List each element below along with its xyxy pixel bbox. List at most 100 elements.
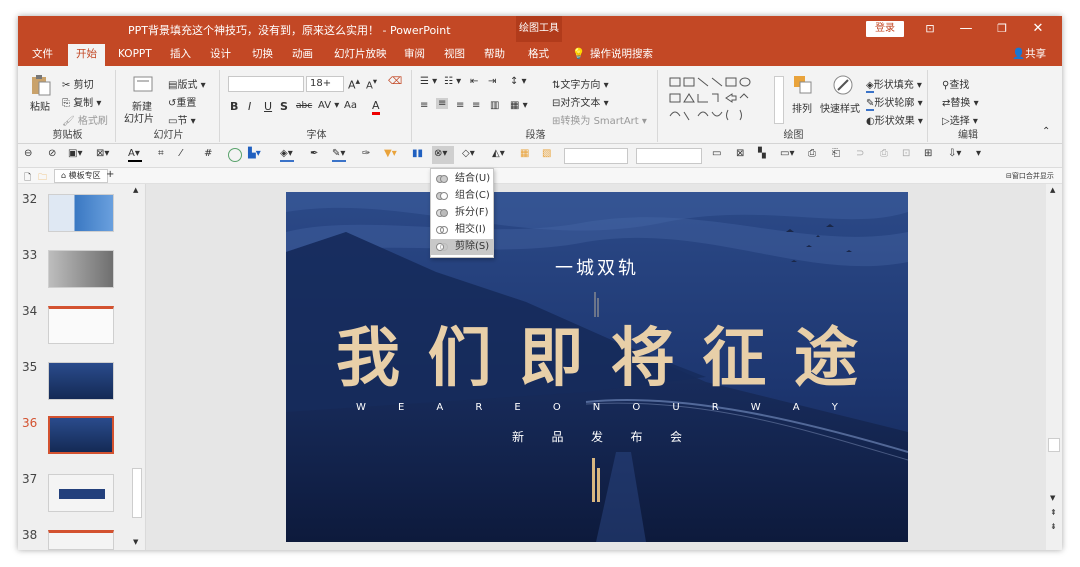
paste-icon[interactable] <box>30 74 52 96</box>
slide-thumbnail-38[interactable] <box>48 530 114 550</box>
next-slide-icon[interactable]: ⇟ <box>1050 522 1057 531</box>
slide-thumbnail-37[interactable] <box>48 474 114 512</box>
image-icon[interactable]: ▣▾ <box>68 148 82 162</box>
login-button[interactable]: 登录 <box>866 21 904 37</box>
shapes-gallery[interactable] <box>668 76 772 124</box>
slide-thumbnail-32[interactable] <box>48 194 114 232</box>
font-color-icon[interactable]: A <box>372 99 380 115</box>
change-case-button[interactable]: Aa <box>344 100 357 111</box>
shapes-icon[interactable]: ◇▾ <box>462 148 476 162</box>
more-icon[interactable]: ▾ <box>976 148 990 162</box>
scroll-up-icon[interactable]: ▲ <box>1050 186 1055 194</box>
paste-button[interactable]: 粘贴 <box>30 98 50 113</box>
copy-button[interactable]: ⎘ 复制 ▾ <box>62 94 101 109</box>
restore-icon[interactable]: ❐ <box>984 16 1020 42</box>
find-button[interactable]: ⚲查找 <box>942 76 969 91</box>
line-spacing-icon[interactable]: ↕ ▾ <box>510 76 527 87</box>
scroll-thumb[interactable] <box>1048 438 1060 452</box>
tab-format[interactable]: 格式 <box>528 46 549 66</box>
tab-transitions[interactable]: 切换 <box>252 46 273 66</box>
columns-icon[interactable]: ▦ ▾ <box>510 100 528 111</box>
bucket-icon[interactable]: ◈▾ <box>280 148 294 162</box>
tab-animations[interactable]: 动画 <box>292 46 313 66</box>
close-icon[interactable]: ✕ <box>1020 16 1056 42</box>
scroll-up-icon[interactable]: ▲ <box>133 186 138 194</box>
cut-button[interactable]: ✂ 剪切 <box>62 76 94 91</box>
print-icon[interactable]: ⎙ <box>880 148 894 162</box>
eyedropper-icon[interactable]: ⁄ <box>180 148 194 162</box>
increase-indent-icon[interactable]: ⇥ <box>488 76 496 87</box>
slide-thumbnail-34[interactable] <box>48 306 114 344</box>
toggle-icon[interactable]: ⊃ <box>856 148 870 162</box>
shape-outline-button[interactable]: ✎形状轮廓 ▾ <box>866 94 923 111</box>
template-zone-tab[interactable]: ⌂ 模板专区 <box>54 169 108 183</box>
section-button[interactable]: ▭节 ▾ <box>168 112 196 127</box>
arrange-button[interactable]: 排列 <box>792 100 812 115</box>
pen-tool-icon[interactable]: ✒ <box>310 148 324 162</box>
merge-shapes-icon[interactable]: ⊗▾ <box>432 146 454 164</box>
shape-height-input[interactable] <box>636 148 702 164</box>
text-box-icon[interactable]: ⊠▾ <box>96 148 110 162</box>
reset-button[interactable]: ↺重置 <box>168 94 196 109</box>
slide-thumbnail-33[interactable] <box>48 250 114 288</box>
picker-icon[interactable]: ✑ <box>362 148 376 162</box>
page-icon[interactable]: ⎙ <box>808 148 822 162</box>
grow-font-icon[interactable]: A▴ <box>348 76 360 92</box>
slide-thumbnail-35[interactable] <box>48 362 114 400</box>
frame-icon[interactable]: ▭ <box>712 148 726 162</box>
delete-box-icon[interactable]: ⊠ <box>736 148 750 162</box>
distributed-icon[interactable]: ▥ <box>490 100 499 111</box>
bold-icon[interactable]: B <box>230 100 238 113</box>
bar-chart-icon[interactable]: ▮▮ <box>412 148 426 162</box>
tab-help[interactable]: 帮助 <box>484 46 505 66</box>
menu-item-union[interactable]: 结合(U) <box>431 171 493 187</box>
tab-view[interactable]: 视图 <box>444 46 465 66</box>
smartart-button[interactable]: ⊞转换为 SmartArt ▾ <box>552 112 647 127</box>
slide-thumbnail-36[interactable] <box>48 416 114 454</box>
shape-width-input[interactable] <box>564 148 628 164</box>
decrease-indent-icon[interactable]: ⇤ <box>470 76 478 87</box>
tab-design[interactable]: 设计 <box>210 46 231 66</box>
scroll-down-icon[interactable]: ▼ <box>1050 494 1055 502</box>
new-slide-icon[interactable] <box>132 74 154 96</box>
align-right-icon[interactable]: ≡ <box>456 100 464 111</box>
outline-color-icon[interactable]: ✎▾ <box>332 148 346 162</box>
scroll-down-icon[interactable]: ▼ <box>133 538 138 546</box>
shrink-font-icon[interactable]: A▾ <box>366 76 377 91</box>
quick-styles-icon[interactable] <box>832 74 854 96</box>
group-icon[interactable]: ▦ <box>520 148 534 162</box>
add-tab-icon[interactable]: + <box>106 169 114 180</box>
text-color-icon[interactable]: A▾ <box>128 148 142 162</box>
align-center-icon[interactable]: ≡ <box>436 98 449 109</box>
font-name-combo[interactable] <box>228 76 304 92</box>
hash-icon[interactable]: # <box>204 148 218 162</box>
tell-me-search[interactable]: 操作说明搜索 <box>590 46 653 66</box>
shape-fill-button[interactable]: ◈形状填充 ▾ <box>866 76 922 93</box>
tab-insert[interactable]: 插入 <box>170 46 191 66</box>
tab-file[interactable]: 文件 <box>32 46 53 66</box>
align-icon[interactable]: ◭▾ <box>492 148 506 162</box>
layout-button[interactable]: ▤版式 ▾ <box>168 76 206 91</box>
menu-item-combine[interactable]: 组合(C) <box>431 188 493 204</box>
tab-koppt[interactable]: KOPPT <box>118 46 152 66</box>
menu-item-subtract[interactable]: 剪除(S) <box>431 239 493 255</box>
crop-icon[interactable]: ⌗ <box>158 148 172 162</box>
collapse-ribbon-icon[interactable]: ⌃ <box>1042 126 1050 137</box>
canvas-scrollbar[interactable]: ▲ ▼ ⇞ ⇟ <box>1046 184 1062 550</box>
screen-icon[interactable]: ⊡ <box>902 148 916 162</box>
ungroup-icon[interactable]: ▧ <box>542 148 556 162</box>
tab-home[interactable]: 开始 <box>68 44 105 66</box>
scroll-thumb[interactable] <box>132 468 142 518</box>
tab-review[interactable]: 审阅 <box>404 46 425 66</box>
menu-item-intersect[interactable]: 相交(I) <box>431 222 493 238</box>
text-direction-button[interactable]: ⇅文字方向 ▾ <box>552 76 609 91</box>
paint-icon[interactable]: ▼▾ <box>384 148 398 162</box>
select-button[interactable]: ▷选择 ▾ <box>942 112 978 127</box>
grid-icon[interactable]: ▚ <box>758 148 772 162</box>
merge-display-button[interactable]: ⊟窗口合并显示 <box>1006 171 1054 181</box>
char-spacing-icon[interactable]: AV ▾ <box>318 100 339 111</box>
align-text-button[interactable]: ⊟对齐文本 ▾ <box>552 94 609 109</box>
replace-button[interactable]: ⇄替换 ▾ <box>942 94 979 109</box>
menu-item-fragment[interactable]: 拆分(F) <box>431 205 493 221</box>
numbering-icon[interactable]: ☷ ▾ <box>444 76 461 87</box>
